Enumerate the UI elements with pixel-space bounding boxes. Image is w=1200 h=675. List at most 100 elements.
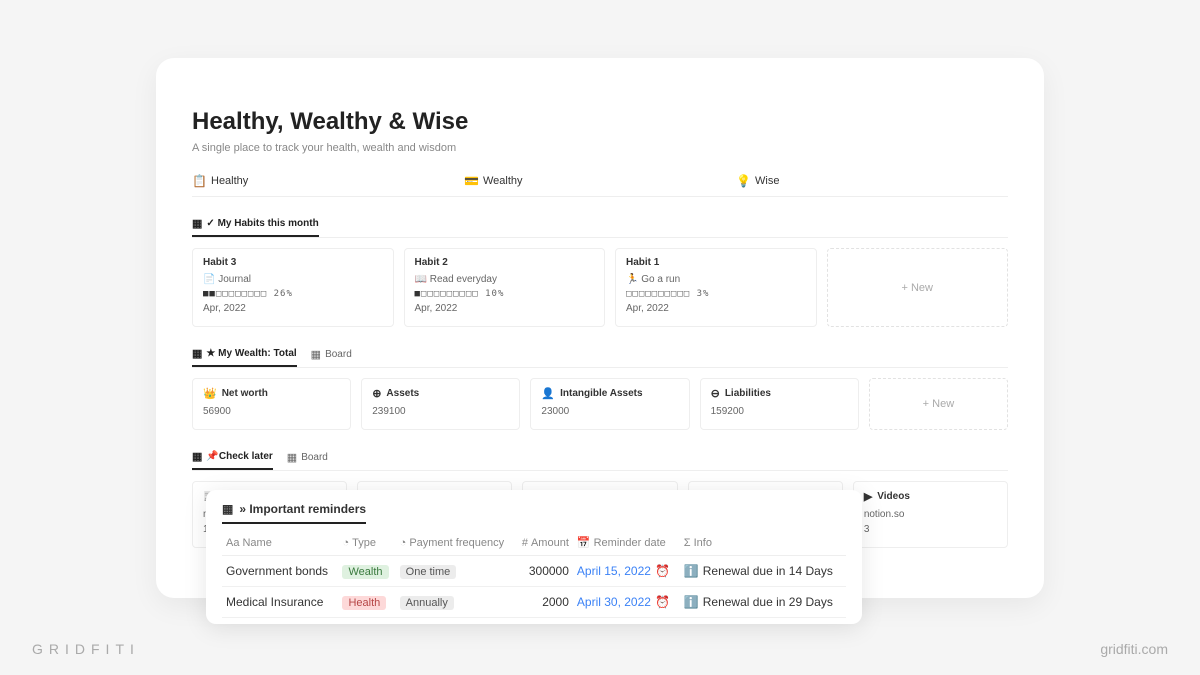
col-freq[interactable]: ◔Payment frequency xyxy=(396,530,515,556)
wealth-title: ⊖Liabilities xyxy=(711,387,848,400)
reminders-table: AaName ◔Type ◔Payment frequency #Amount … xyxy=(222,530,846,618)
wealth-card-icon: 👤 xyxy=(541,387,555,400)
habit-task: 📄 Journal xyxy=(203,274,383,285)
tab-wealth-total[interactable]: ▦ ★ My Wealth: Total xyxy=(192,347,297,367)
wealth-card[interactable]: ⊖Liabilities 159200 xyxy=(700,378,859,430)
tab-check-board[interactable]: ▦ Board xyxy=(287,451,328,469)
tab-label: Board xyxy=(325,349,352,360)
checklater-card[interactable]: ▶Videos notion.so 3 xyxy=(853,481,1008,548)
new-habit-button[interactable]: + New xyxy=(827,248,1009,327)
checklater-count: 3 xyxy=(864,524,997,535)
col-amount[interactable]: #Amount xyxy=(515,530,573,556)
tab-healthy[interactable]: 📋 Healthy xyxy=(192,174,464,188)
cell-freq: One time xyxy=(396,556,515,587)
healthy-icon: 📋 xyxy=(192,174,206,188)
wealth-value: 239100 xyxy=(372,406,509,417)
info-icon: ℹ️ xyxy=(684,564,699,578)
wealth-value: 56900 xyxy=(203,406,340,417)
category-tabs: 📋 Healthy 💳 Wealthy 💡 Wise xyxy=(192,174,1008,197)
number-icon: # xyxy=(522,537,528,549)
tab-label: ✓ My Habits this month xyxy=(206,218,318,229)
page-subtitle: A single place to track your health, wea… xyxy=(192,142,1008,154)
watermark-left: GRIDFITI xyxy=(32,641,140,657)
task-icon: 🏃 xyxy=(626,274,638,285)
habit-date: Apr, 2022 xyxy=(415,303,595,314)
new-wealth-button[interactable]: + New xyxy=(869,378,1008,430)
habit-card[interactable]: Habit 2📖 Read everyday■□□□□□□□□□ 10%Apr,… xyxy=(404,248,606,327)
habit-date: Apr, 2022 xyxy=(626,303,806,314)
task-icon: 📄 xyxy=(203,274,215,285)
task-icon: 📖 xyxy=(415,274,427,285)
reminders-panel: ▦ » Important reminders AaName ◔Type ◔Pa… xyxy=(206,490,862,624)
habit-task: 🏃 Go a run xyxy=(626,274,806,285)
board-icon: ▦ xyxy=(287,451,297,464)
wise-icon: 💡 xyxy=(736,174,750,188)
col-type[interactable]: ◔Type xyxy=(338,530,395,556)
tab-label: 📌Check later xyxy=(206,451,272,462)
wealth-card-icon: 👑 xyxy=(203,387,217,400)
cell-date: April 30, 2022⏰ xyxy=(573,587,680,618)
col-info[interactable]: ΣInfo xyxy=(680,530,846,556)
calendar-icon: 📅 xyxy=(577,537,591,549)
wealth-card[interactable]: 👑Net worth 56900 xyxy=(192,378,351,430)
watermark-right: gridfiti.com xyxy=(1100,641,1168,657)
checklater-title: ▶Videos xyxy=(864,490,997,503)
tab-wealthy[interactable]: 💳 Wealthy xyxy=(464,174,736,188)
select-icon: ◔ xyxy=(342,537,349,549)
tab-check-later[interactable]: ▦ 📌Check later xyxy=(192,450,273,470)
tab-label: Wise xyxy=(755,175,779,187)
wealth-title: ⊕Assets xyxy=(372,387,509,400)
table-row[interactable]: Government bondsWealthOne time300000Apri… xyxy=(222,556,846,587)
cell-info: ℹ️Renewal due in 14 Days xyxy=(680,556,846,587)
wealthy-icon: 💳 xyxy=(464,174,478,188)
wealth-value: 23000 xyxy=(541,406,678,417)
table-icon: ▦ xyxy=(192,217,202,230)
tab-wise[interactable]: 💡 Wise xyxy=(736,174,1008,188)
habit-card[interactable]: Habit 1 🏃 Go a run □□□□□□□□□□ 3% Apr, 2022 xyxy=(615,248,817,327)
table-icon: ▦ xyxy=(192,450,202,463)
habit-title: Habit 2 xyxy=(415,257,595,268)
cell-date: April 15, 2022⏰ xyxy=(573,556,680,587)
reminders-header[interactable]: ▦ » Important reminders xyxy=(222,502,366,524)
wealth-card[interactable]: ⊕Assets 239100 xyxy=(361,378,520,430)
clock-icon: ⏰ xyxy=(655,595,670,609)
habit-title: Habit 1 xyxy=(626,257,806,268)
cell-info: ℹ️Renewal due in 29 Days xyxy=(680,587,846,618)
cell-type: Health xyxy=(338,587,395,618)
wealth-title: 👑Net worth xyxy=(203,387,340,400)
cell-name: Government bonds xyxy=(222,556,338,587)
tab-label: Healthy xyxy=(211,175,248,187)
text-icon: Aa xyxy=(226,537,239,549)
wealth-card[interactable]: 👤Intangible Assets 23000 xyxy=(530,378,689,430)
tab-wealth-board[interactable]: ▦ Board xyxy=(311,348,352,366)
cell-type: Wealth xyxy=(338,556,395,587)
habit-progress: □□□□□□□□□□ 3% xyxy=(626,289,806,299)
wealth-card-icon: ⊕ xyxy=(372,387,381,400)
table-row[interactable]: Medical InsuranceHealthAnnually2000April… xyxy=(222,587,846,618)
table-icon: ▦ xyxy=(222,502,233,516)
cell-freq: Annually xyxy=(396,587,515,618)
tab-label: Wealthy xyxy=(483,175,523,187)
checklater-card-icon: ▶ xyxy=(864,490,872,503)
clock-icon: ⏰ xyxy=(655,564,670,578)
habit-date: Apr, 2022 xyxy=(203,303,383,314)
habit-card[interactable]: Habit 3 📄 Journal ■■□□□□□□□□ 26% Apr, 2022 xyxy=(192,248,394,327)
habit-title: Habit 3 xyxy=(203,257,383,268)
col-date[interactable]: 📅Reminder date xyxy=(573,530,680,556)
table-icon: ▦ xyxy=(192,347,202,360)
wealth-value: 159200 xyxy=(711,406,848,417)
col-name[interactable]: AaName xyxy=(222,530,338,556)
select-icon: ◔ xyxy=(400,537,407,549)
page-title: Healthy, Wealthy & Wise xyxy=(192,108,1008,136)
habit-progress: ■■□□□□□□□□ 26% xyxy=(203,289,383,299)
tab-habits-month[interactable]: ▦ ✓ My Habits this month xyxy=(192,217,319,237)
habit-task: 📖 Read everyday xyxy=(415,274,595,285)
cell-amount: 300000 xyxy=(515,556,573,587)
cell-name: Medical Insurance xyxy=(222,587,338,618)
cell-amount: 2000 xyxy=(515,587,573,618)
wealth-title: 👤Intangible Assets xyxy=(541,387,678,400)
checklater-view-tabs: ▦ 📌Check later ▦ Board xyxy=(192,450,1008,471)
reminders-title: » Important reminders xyxy=(239,502,366,516)
tab-label: ★ My Wealth: Total xyxy=(206,348,296,359)
checklater-domain: notion.so xyxy=(864,509,997,520)
